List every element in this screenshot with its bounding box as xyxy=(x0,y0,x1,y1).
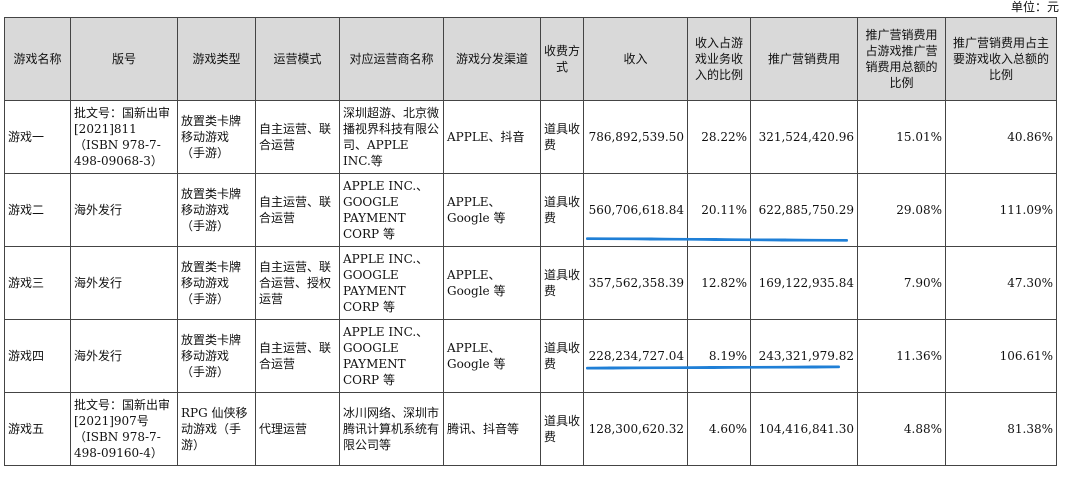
marketing-pct-cell: 4.88% xyxy=(857,392,946,466)
marketing-pct-cell: 29.08% xyxy=(857,173,946,247)
marketing-cell: 169,122,935.84 xyxy=(750,246,858,320)
fee-method-cell: 道具收费 xyxy=(540,173,584,247)
revenue-cell: 357,562,358.39 xyxy=(583,246,688,320)
marketing-cell: 321,524,420.96 xyxy=(750,100,858,174)
revenue-pct-cell: 20.11% xyxy=(687,173,751,247)
operator-cell: APPLE INC.、GOOGLE PAYMENT CORP 等 xyxy=(339,173,444,247)
header-operation-mode: 运营模式 xyxy=(255,17,340,101)
header-revenue: 收入 xyxy=(583,17,688,101)
header-operator: 对应运营商名称 xyxy=(339,17,444,101)
game-name-cell: 游戏二 xyxy=(4,173,71,247)
game-name-cell: 游戏五 xyxy=(4,392,71,466)
revenue-cell: 228,234,727.04 xyxy=(583,319,688,393)
revenue-pct-cell: 28.22% xyxy=(687,100,751,174)
header-channel: 游戏分发渠道 xyxy=(443,17,541,101)
table-row: 游戏四 海外发行 放置类卡牌移动游戏（手游） 自主运营、联合运营 APPLE I… xyxy=(4,319,1057,393)
revenue-pct-cell: 8.19% xyxy=(687,319,751,393)
channel-cell: APPLE、抖音 xyxy=(443,100,541,174)
game-name-cell: 游戏四 xyxy=(4,319,71,393)
table-row: 游戏二 海外发行 放置类卡牌移动游戏（手游） 自主运营、联合运营 APPLE I… xyxy=(4,173,1057,247)
channel-cell: APPLE、Google 等 xyxy=(443,319,541,393)
header-row: 游戏名称 版号 游戏类型 运营模式 对应运营商名称 游戏分发渠道 收费方式 收入… xyxy=(4,17,1057,101)
header-license: 版号 xyxy=(70,17,178,101)
license-cell: 海外发行 xyxy=(70,173,178,247)
game-type-cell: 放置类卡牌移动游戏（手游） xyxy=(177,246,256,320)
channel-cell: 腾讯、抖音等 xyxy=(443,392,541,466)
license-cell: 批文号：国新出审[2021]811（ISBN 978-7-498-09068-3… xyxy=(70,100,178,174)
game-type-cell: 放置类卡牌移动游戏（手游） xyxy=(177,100,256,174)
revenue-pct-cell: 4.60% xyxy=(687,392,751,466)
fee-method-cell: 道具收费 xyxy=(540,246,584,320)
game-type-cell: 放置类卡牌移动游戏（手游） xyxy=(177,173,256,247)
table-row: 游戏一 批文号：国新出审[2021]811（ISBN 978-7-498-090… xyxy=(4,100,1057,174)
marketing-pct-cell: 11.36% xyxy=(857,319,946,393)
header-marketing-revenue-pct: 推广营销费用占主要游戏收入总额的比例 xyxy=(945,17,1057,101)
revenue-cell: 128,300,620.32 xyxy=(583,392,688,466)
operation-mode-cell: 自主运营、联合运营 xyxy=(255,100,340,174)
header-marketing-pct: 推广营销费用占游戏推广营销费用总额的比例 xyxy=(857,17,946,101)
marketing-revenue-pct-cell: 106.61% xyxy=(945,319,1057,393)
operator-cell: APPLE INC.、GOOGLE PAYMENT CORP 等 xyxy=(339,319,444,393)
game-name-cell: 游戏三 xyxy=(4,246,71,320)
game-name-cell: 游戏一 xyxy=(4,100,71,174)
license-cell: 批文号：国新出审[2021]907号（ISBN 978-7-498-09160-… xyxy=(70,392,178,466)
marketing-revenue-pct-cell: 47.30% xyxy=(945,246,1057,320)
unit-label: 单位：元 xyxy=(1010,0,1059,14)
operator-cell: 冰川网络、深圳市腾讯计算机系统有限公司等 xyxy=(339,392,444,466)
header-game-name: 游戏名称 xyxy=(4,17,71,101)
revenue-cell: 786,892,539.50 xyxy=(583,100,688,174)
operator-cell: APPLE INC.、GOOGLE PAYMENT CORP 等 xyxy=(339,246,444,320)
marketing-revenue-pct-cell: 81.38% xyxy=(945,392,1057,466)
header-revenue-pct: 收入占游戏业务收入的比例 xyxy=(687,17,751,101)
operator-cell: 深圳超游、北京微播视界科技有限公司、APPLE INC.等 xyxy=(339,100,444,174)
operation-mode-cell: 自主运营、联合运营 xyxy=(255,319,340,393)
header-marketing: 推广营销费用 xyxy=(750,17,858,101)
fee-method-cell: 道具收费 xyxy=(540,392,584,466)
revenue-pct-cell: 12.82% xyxy=(687,246,751,320)
fee-method-cell: 道具收费 xyxy=(540,319,584,393)
marketing-cell: 243,321,979.82 xyxy=(750,319,858,393)
game-revenue-table: 游戏名称 版号 游戏类型 运营模式 对应运营商名称 游戏分发渠道 收费方式 收入… xyxy=(4,17,1057,466)
header-fee-method: 收费方式 xyxy=(540,17,584,101)
operation-mode-cell: 代理运营 xyxy=(255,392,340,466)
license-cell: 海外发行 xyxy=(70,246,178,320)
game-type-cell: RPG 仙侠移动游戏（手游） xyxy=(177,392,256,466)
marketing-pct-cell: 7.90% xyxy=(857,246,946,320)
table-row: 游戏五 批文号：国新出审[2021]907号（ISBN 978-7-498-09… xyxy=(4,392,1057,466)
fee-method-cell: 道具收费 xyxy=(540,100,584,174)
channel-cell: APPLE、Google 等 xyxy=(443,173,541,247)
channel-cell: APPLE、Google 等 xyxy=(443,246,541,320)
revenue-cell: 560,706,618.84 xyxy=(583,173,688,247)
table-row: 游戏三 海外发行 放置类卡牌移动游戏（手游） 自主运营、联合运营、授权运营 AP… xyxy=(4,246,1057,320)
operation-mode-cell: 自主运营、联合运营、授权运营 xyxy=(255,246,340,320)
license-cell: 海外发行 xyxy=(70,319,178,393)
marketing-revenue-pct-cell: 111.09% xyxy=(945,173,1057,247)
game-type-cell: 放置类卡牌移动游戏（手游） xyxy=(177,319,256,393)
header-game-type: 游戏类型 xyxy=(177,17,256,101)
marketing-revenue-pct-cell: 40.86% xyxy=(945,100,1057,174)
marketing-cell: 622,885,750.29 xyxy=(750,173,858,247)
marketing-cell: 104,416,841.30 xyxy=(750,392,858,466)
marketing-pct-cell: 15.01% xyxy=(857,100,946,174)
operation-mode-cell: 自主运营、联合运营 xyxy=(255,173,340,247)
